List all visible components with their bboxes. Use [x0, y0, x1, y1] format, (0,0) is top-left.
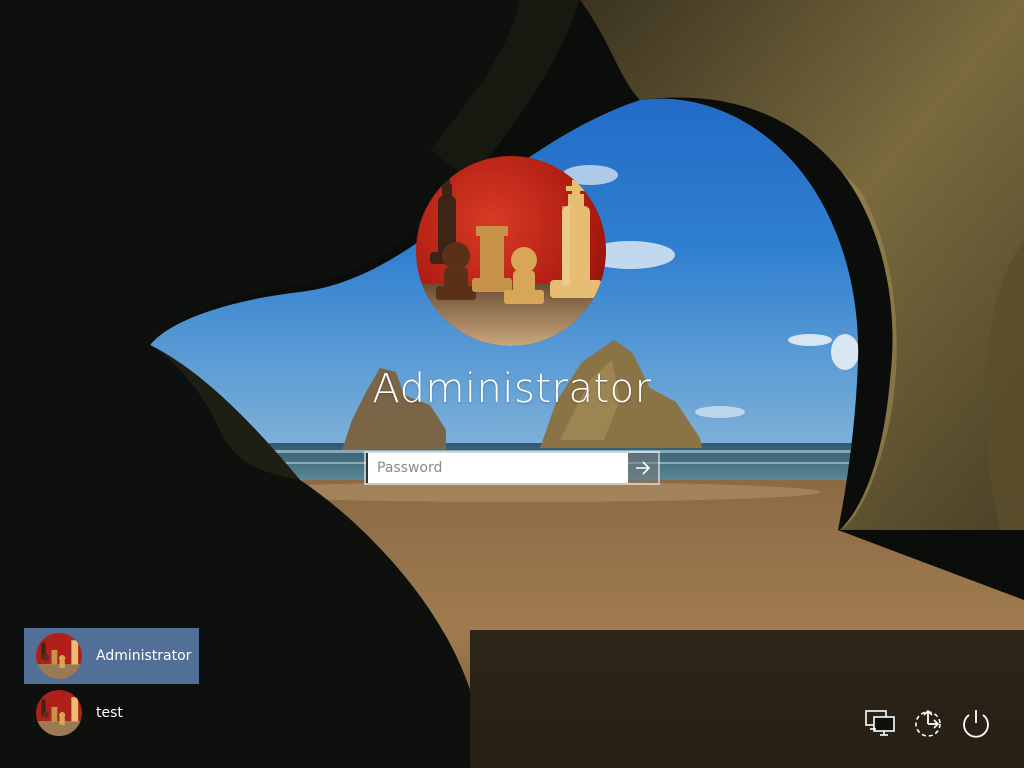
user-tile-administrator[interactable]: Administrator — [24, 628, 199, 684]
ease-of-access-icon[interactable] — [910, 705, 946, 741]
user-tile-label: Administrator — [96, 648, 192, 664]
network-icon[interactable] — [862, 705, 898, 741]
user-tile-test[interactable]: test — [24, 685, 199, 741]
user-name: Administrator — [372, 366, 652, 412]
arrow-right-icon — [636, 461, 651, 475]
power-icon[interactable] — [958, 705, 994, 741]
user-avatar — [36, 690, 82, 736]
submit-button[interactable] — [628, 453, 658, 483]
password-box — [364, 451, 660, 485]
user-avatar — [416, 156, 606, 346]
password-input[interactable] — [366, 453, 628, 483]
user-avatar — [36, 633, 82, 679]
lock-screen: Administrator Administrator test — [0, 0, 1024, 768]
user-tile-label: test — [96, 705, 123, 721]
